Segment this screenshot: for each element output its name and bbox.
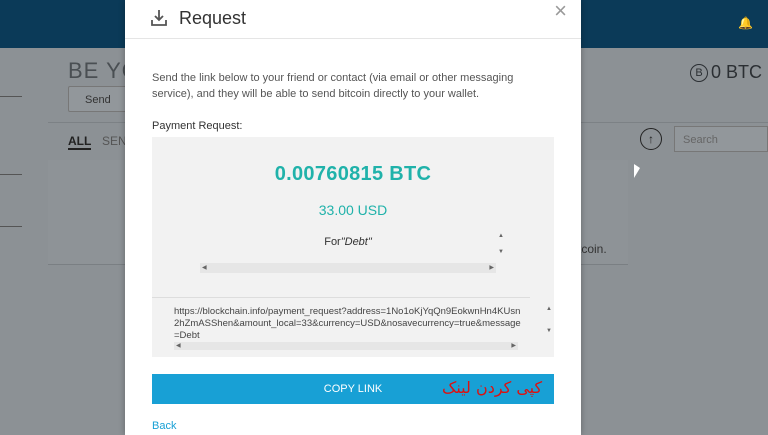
- scroll-left-icon[interactable]: ◀: [202, 264, 207, 271]
- sidebar-divider: [0, 174, 22, 175]
- scroll-right-icon[interactable]: ▶: [489, 264, 494, 271]
- balance-value: 0 BTC: [710, 62, 762, 82]
- scroll-down-icon[interactable]: ▼: [546, 328, 552, 334]
- link-horizontal-scrollbar[interactable]: ◀ ▶: [174, 342, 518, 350]
- usd-amount: 33.00 USD: [318, 202, 388, 218]
- payment-request-box: 0.00760815 BTC 33.00 USD For"Debt" ▲ ▼ ◀…: [152, 137, 554, 357]
- link-vertical-scrollbar[interactable]: ▲ ▼: [544, 306, 554, 342]
- copy-link-button[interactable]: COPY LINK کپی کردن لینک: [152, 374, 554, 404]
- note-text: For"Debt": [200, 236, 496, 248]
- note-vertical-scrollbar[interactable]: ▲ ▼: [496, 233, 506, 261]
- scroll-up-icon[interactable]: ▲: [546, 306, 552, 312]
- search-input[interactable]: Search: [674, 126, 768, 152]
- close-icon[interactable]: ×: [554, 0, 567, 24]
- filter-tab-all[interactable]: ALL: [68, 134, 92, 150]
- payment-link: https://blockchain.info/payment_request?…: [174, 306, 521, 340]
- annotation-text: کپی کردن لینک: [442, 378, 543, 397]
- scroll-left-icon[interactable]: ◀: [176, 342, 181, 349]
- balance-display: B0 BTC: [689, 62, 762, 83]
- request-description: Send the link below to your friend or co…: [152, 72, 514, 100]
- btc-amount: 0.00760815 BTC: [274, 163, 432, 185]
- modal-header: Request ×: [125, 0, 581, 39]
- filter-tab-sent[interactable]: SEN: [102, 134, 127, 148]
- download-icon: [151, 10, 167, 26]
- send-button[interactable]: Send: [68, 86, 128, 112]
- request-modal: Request × Send the link below to your fr…: [125, 0, 581, 435]
- note-memo: "Debt": [340, 236, 372, 248]
- modal-title: Request: [179, 8, 247, 28]
- scroll-up-icon[interactable]: ▲: [498, 233, 504, 239]
- payment-request-label: Payment Request:: [152, 120, 243, 132]
- back-link[interactable]: Back: [152, 420, 176, 432]
- bitcoin-icon: B: [689, 64, 708, 82]
- export-icon[interactable]: ↑: [640, 128, 662, 150]
- note-horizontal-scrollbar[interactable]: ◀ ▶: [200, 263, 496, 273]
- transaction-snippet: tcoin.: [578, 242, 607, 256]
- scroll-down-icon[interactable]: ▼: [498, 249, 504, 255]
- sidebar-divider: [0, 226, 22, 227]
- mouse-cursor-icon: [634, 164, 640, 178]
- bell-icon[interactable]: 🔔: [738, 17, 753, 29]
- sidebar-divider: [0, 96, 22, 97]
- note-prefix: For: [324, 236, 341, 248]
- send-label: Send: [85, 94, 111, 106]
- payment-link-textarea[interactable]: https://blockchain.info/payment_request?…: [152, 297, 552, 356]
- note-textarea[interactable]: For"Debt" ▲ ▼ ◀ ▶: [200, 233, 506, 273]
- scroll-right-icon[interactable]: ▶: [511, 342, 516, 349]
